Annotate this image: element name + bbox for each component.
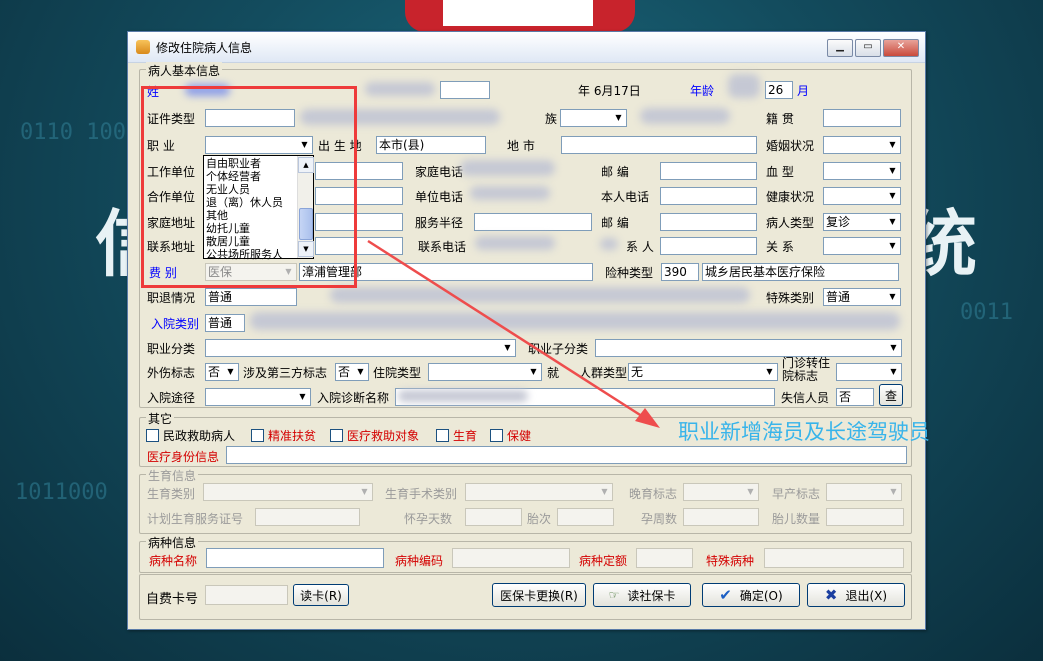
annotation-arrow [367, 239, 660, 428]
annotation-text: 职业新增海员及长途驾驶员 [678, 420, 930, 444]
